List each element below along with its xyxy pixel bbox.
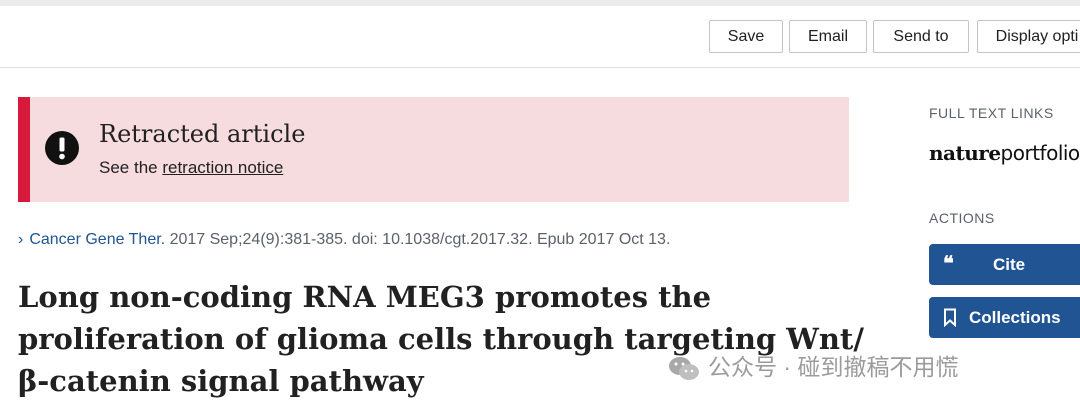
citation-line: › Cancer Gene Ther. 2017 Sep;24(9):381-38… [18, 231, 670, 249]
retraction-prefix: See the [99, 158, 158, 177]
bookmark-icon [944, 308, 956, 327]
logo-rest-text: portfolio [1000, 141, 1080, 165]
cite-label: Cite [993, 255, 1026, 274]
retraction-notice-link[interactable]: retraction notice [162, 158, 283, 177]
collections-label: Collections [969, 308, 1061, 327]
save-button[interactable]: Save [709, 20, 783, 53]
article-title: Long non-coding RNA MEG3 promotes the pr… [18, 276, 878, 402]
watermark: 公众号 · 碰到撤稿不用慌 [668, 348, 958, 383]
full-text-links-heading: FULL TEXT LINKS [929, 105, 1054, 121]
article-title-line: β-catenin signal pathway [18, 364, 424, 398]
chevron-right-icon: › [18, 231, 24, 248]
email-button[interactable]: Email [789, 20, 867, 53]
nature-portfolio-logo[interactable]: natureportfolio [929, 141, 1080, 166]
retraction-banner: Retracted article See the retraction not… [18, 97, 849, 202]
retraction-subtitle: See the retraction notice [99, 158, 283, 178]
exclamation-icon [45, 131, 79, 165]
send-to-button[interactable]: Send to [873, 20, 969, 53]
watermark-text: 公众号 · 碰到撤稿不用慌 [708, 354, 959, 380]
collections-button[interactable]: Collections [929, 297, 1080, 338]
retraction-title: Retracted article [99, 120, 306, 148]
logo-bold-text: nature [929, 141, 1001, 165]
journal-link[interactable]: Cancer Gene Ther. [29, 231, 165, 248]
toolbar-divider [0, 67, 1080, 68]
top-strip [0, 0, 1080, 6]
citation-details: 2017 Sep;24(9):381-385. doi: 10.1038/cgt… [169, 231, 671, 248]
quote-icon: ❝ [943, 253, 954, 275]
cite-button[interactable]: ❝ Cite [929, 244, 1080, 285]
article-title-line: Long non-coding RNA MEG3 promotes the [18, 280, 712, 314]
actions-heading: ACTIONS [929, 210, 995, 226]
display-options-button[interactable]: Display opti [977, 20, 1080, 53]
wechat-icon [669, 356, 699, 380]
